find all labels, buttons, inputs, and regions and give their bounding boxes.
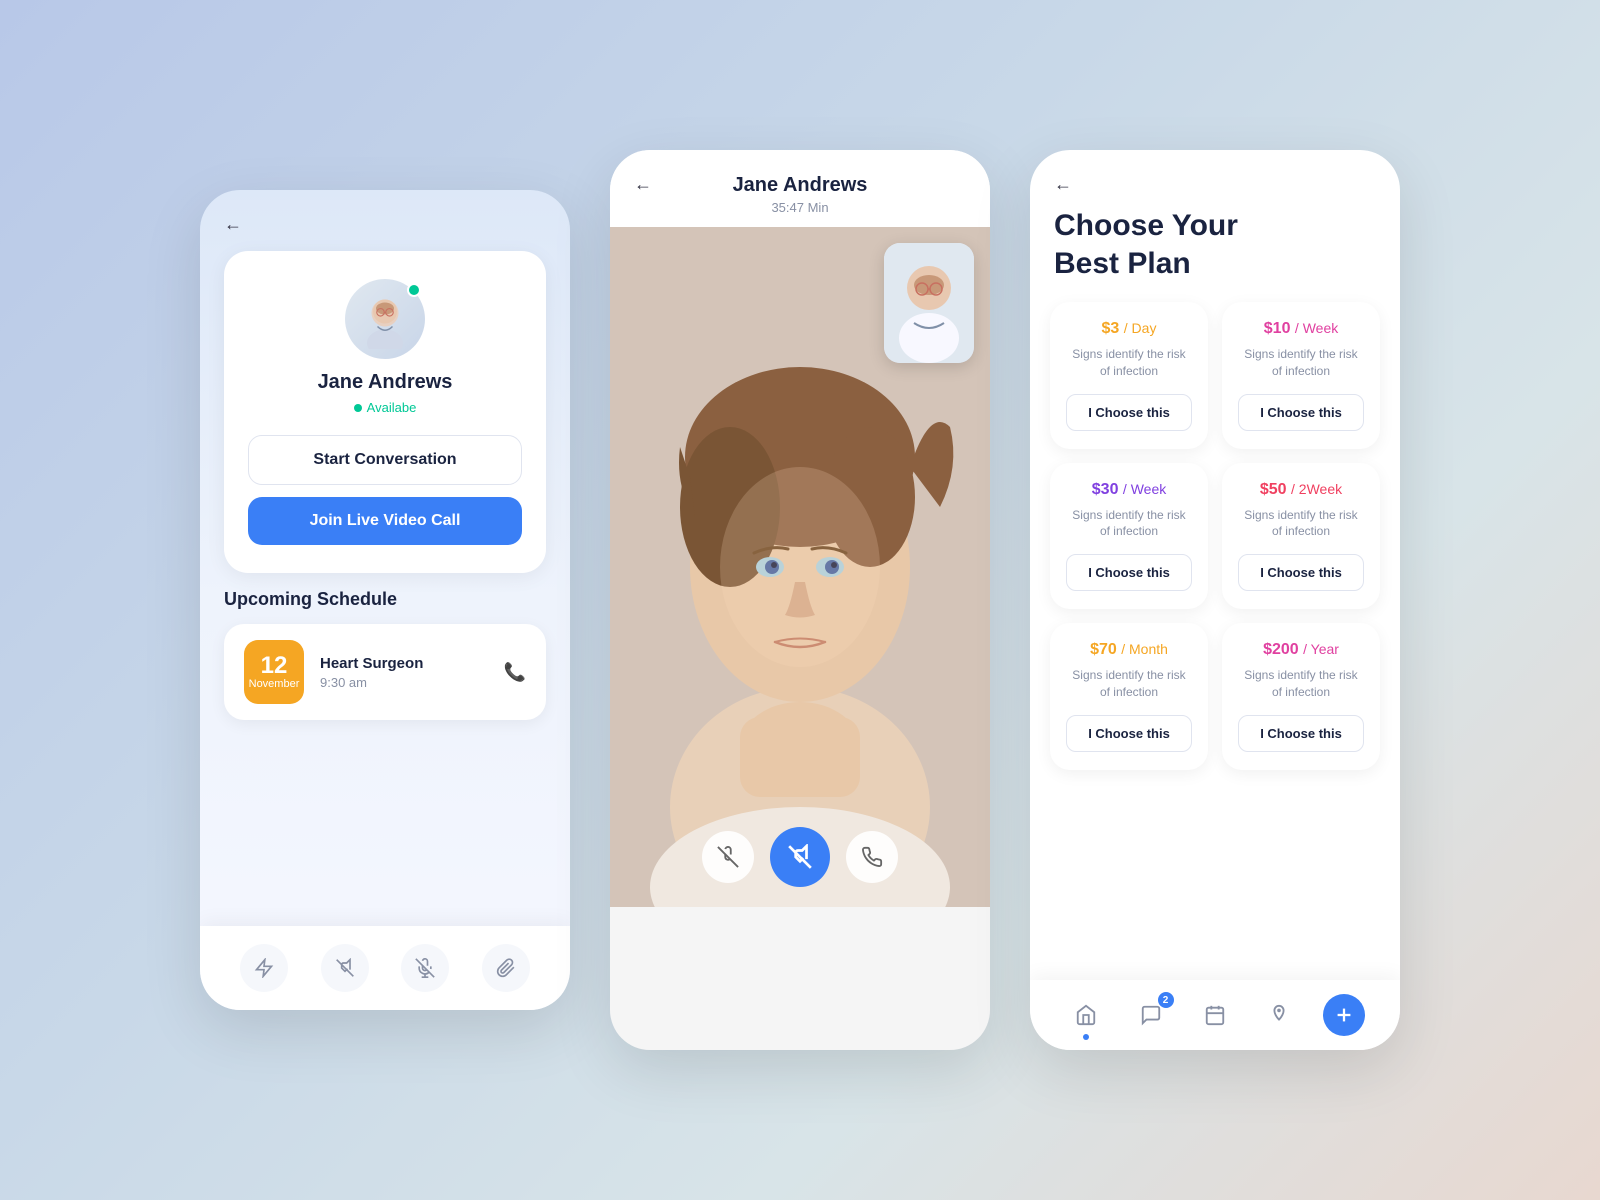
- toggle-video-button[interactable]: [770, 827, 830, 887]
- choose-plan-week10-button[interactable]: I Choose this: [1238, 394, 1364, 431]
- plan-price-week-10: $10 / Week: [1238, 320, 1364, 338]
- plan-card-year: $200 / Year Signs identify the risk of i…: [1222, 623, 1380, 770]
- plan-price-week-30: $30 / Week: [1066, 481, 1192, 499]
- add-icon: [1333, 1004, 1355, 1026]
- call-controls: [610, 827, 990, 887]
- plan-card-2week: $50 / 2Week Signs identify the risk of i…: [1222, 463, 1380, 610]
- schedule-card: 12 November Heart Surgeon 9:30 am 📞: [224, 624, 546, 720]
- main-video-feed: [610, 227, 990, 907]
- plan-card-week-10: $10 / Week Signs identify the risk of in…: [1222, 302, 1380, 449]
- plan-desc-day: Signs identify the risk of infection: [1066, 346, 1192, 380]
- phone-profile: ← Jane Andrews: [200, 190, 570, 1010]
- back-button-p1[interactable]: ←: [200, 190, 570, 235]
- nav-home-active-dot: [1083, 1034, 1089, 1040]
- schedule-title: Upcoming Schedule: [224, 589, 546, 610]
- flash-icon-button[interactable]: [240, 944, 288, 992]
- end-call-button[interactable]: [846, 831, 898, 883]
- plan-desc-year: Signs identify the risk of infection: [1238, 667, 1364, 701]
- attachment-icon-button[interactable]: [482, 944, 530, 992]
- plan-price-year: $200 / Year: [1238, 641, 1364, 659]
- plan-desc-2week: Signs identify the risk of infection: [1238, 507, 1364, 541]
- date-badge: 12 November: [244, 640, 304, 704]
- doctor-name: Jane Andrews: [248, 371, 522, 394]
- plan-price-month: $70 / Month: [1066, 641, 1192, 659]
- nav-health-button[interactable]: [1258, 994, 1300, 1036]
- join-video-call-button[interactable]: Join Live Video Call: [248, 497, 522, 545]
- nav-home-button[interactable]: [1065, 994, 1107, 1036]
- plan-desc-week-30: Signs identify the risk of infection: [1066, 507, 1192, 541]
- schedule-time: 9:30 am: [320, 675, 488, 690]
- mute-icon-button[interactable]: [401, 944, 449, 992]
- video-call-header: ← Jane Andrews 35:47 Min: [610, 150, 990, 227]
- upcoming-schedule-section: Upcoming Schedule 12 November Heart Surg…: [224, 589, 546, 720]
- plan-card-week-30: $30 / Week Signs identify the risk of in…: [1050, 463, 1208, 610]
- phone-plans: ← Choose YourBest Plan $3 / Day Signs id…: [1030, 150, 1400, 1050]
- video-off-icon-ctrl: [787, 844, 813, 870]
- video-area: [610, 227, 990, 907]
- avatar-wrapper: [345, 279, 425, 359]
- chat-badge: 2: [1158, 992, 1174, 1008]
- phone-video-call: ← Jane Andrews 35:47 Min: [610, 150, 990, 1050]
- mute-icon: [415, 958, 435, 978]
- call-icon[interactable]: 📞: [504, 662, 526, 683]
- plans-grid: $3 / Day Signs identify the risk of infe…: [1030, 302, 1400, 770]
- plan-card-month: $70 / Month Signs identify the risk of i…: [1050, 623, 1208, 770]
- home-icon: [1075, 1004, 1097, 1026]
- health-icon: [1268, 1004, 1290, 1026]
- bottom-toolbar-p1: [200, 926, 570, 1010]
- back-button-p2[interactable]: ←: [634, 174, 652, 195]
- plan-desc-month: Signs identify the risk of infection: [1066, 667, 1192, 701]
- choose-plan-month-button[interactable]: I Choose this: [1066, 715, 1192, 752]
- nav-add-button[interactable]: [1323, 994, 1365, 1036]
- attachment-icon: [496, 958, 516, 978]
- local-video-image: [884, 243, 974, 363]
- end-call-icon: [861, 846, 883, 868]
- availability-status: Availabe: [248, 400, 522, 415]
- status-dot: [354, 404, 362, 412]
- nav-calendar-button[interactable]: [1194, 994, 1236, 1036]
- plan-price-day: $3 / Day: [1066, 320, 1192, 338]
- mic-off-icon: [717, 846, 739, 868]
- doctor-avatar-image: [355, 289, 415, 349]
- flash-icon: [254, 958, 274, 978]
- plans-page-title: Choose YourBest Plan: [1030, 207, 1400, 282]
- plan-price-2week: $50 / 2Week: [1238, 481, 1364, 499]
- choose-plan-day-button[interactable]: I Choose this: [1066, 394, 1192, 431]
- online-status-dot: [407, 283, 421, 297]
- choose-plan-year-button[interactable]: I Choose this: [1238, 715, 1364, 752]
- choose-plan-2week-button[interactable]: I Choose this: [1238, 554, 1364, 591]
- back-button-p3[interactable]: ←: [1030, 150, 1400, 207]
- video-off-icon-button[interactable]: [321, 944, 369, 992]
- choose-plan-week30-button[interactable]: I Choose this: [1066, 554, 1192, 591]
- call-contact-name: Jane Andrews: [634, 174, 966, 197]
- start-conversation-button[interactable]: Start Conversation: [248, 435, 522, 485]
- plan-card-day: $3 / Day Signs identify the risk of infe…: [1050, 302, 1208, 449]
- schedule-doctor-name: Heart Surgeon: [320, 655, 488, 672]
- nav-chat-button[interactable]: 2: [1130, 994, 1172, 1036]
- date-day: 12: [261, 654, 288, 678]
- mute-button[interactable]: [702, 831, 754, 883]
- bottom-nav-p3: 2: [1030, 980, 1400, 1050]
- plan-desc-week-10: Signs identify the risk of infection: [1238, 346, 1364, 380]
- video-off-icon: [335, 958, 355, 978]
- profile-card: Jane Andrews Availabe Start Conversation…: [224, 251, 546, 573]
- schedule-info: Heart Surgeon 9:30 am: [320, 655, 488, 690]
- date-month: November: [249, 678, 300, 690]
- chat-icon: [1140, 1004, 1162, 1026]
- calendar-icon: [1204, 1004, 1226, 1026]
- local-video-feed: [884, 243, 974, 363]
- call-duration: 35:47 Min: [634, 200, 966, 215]
